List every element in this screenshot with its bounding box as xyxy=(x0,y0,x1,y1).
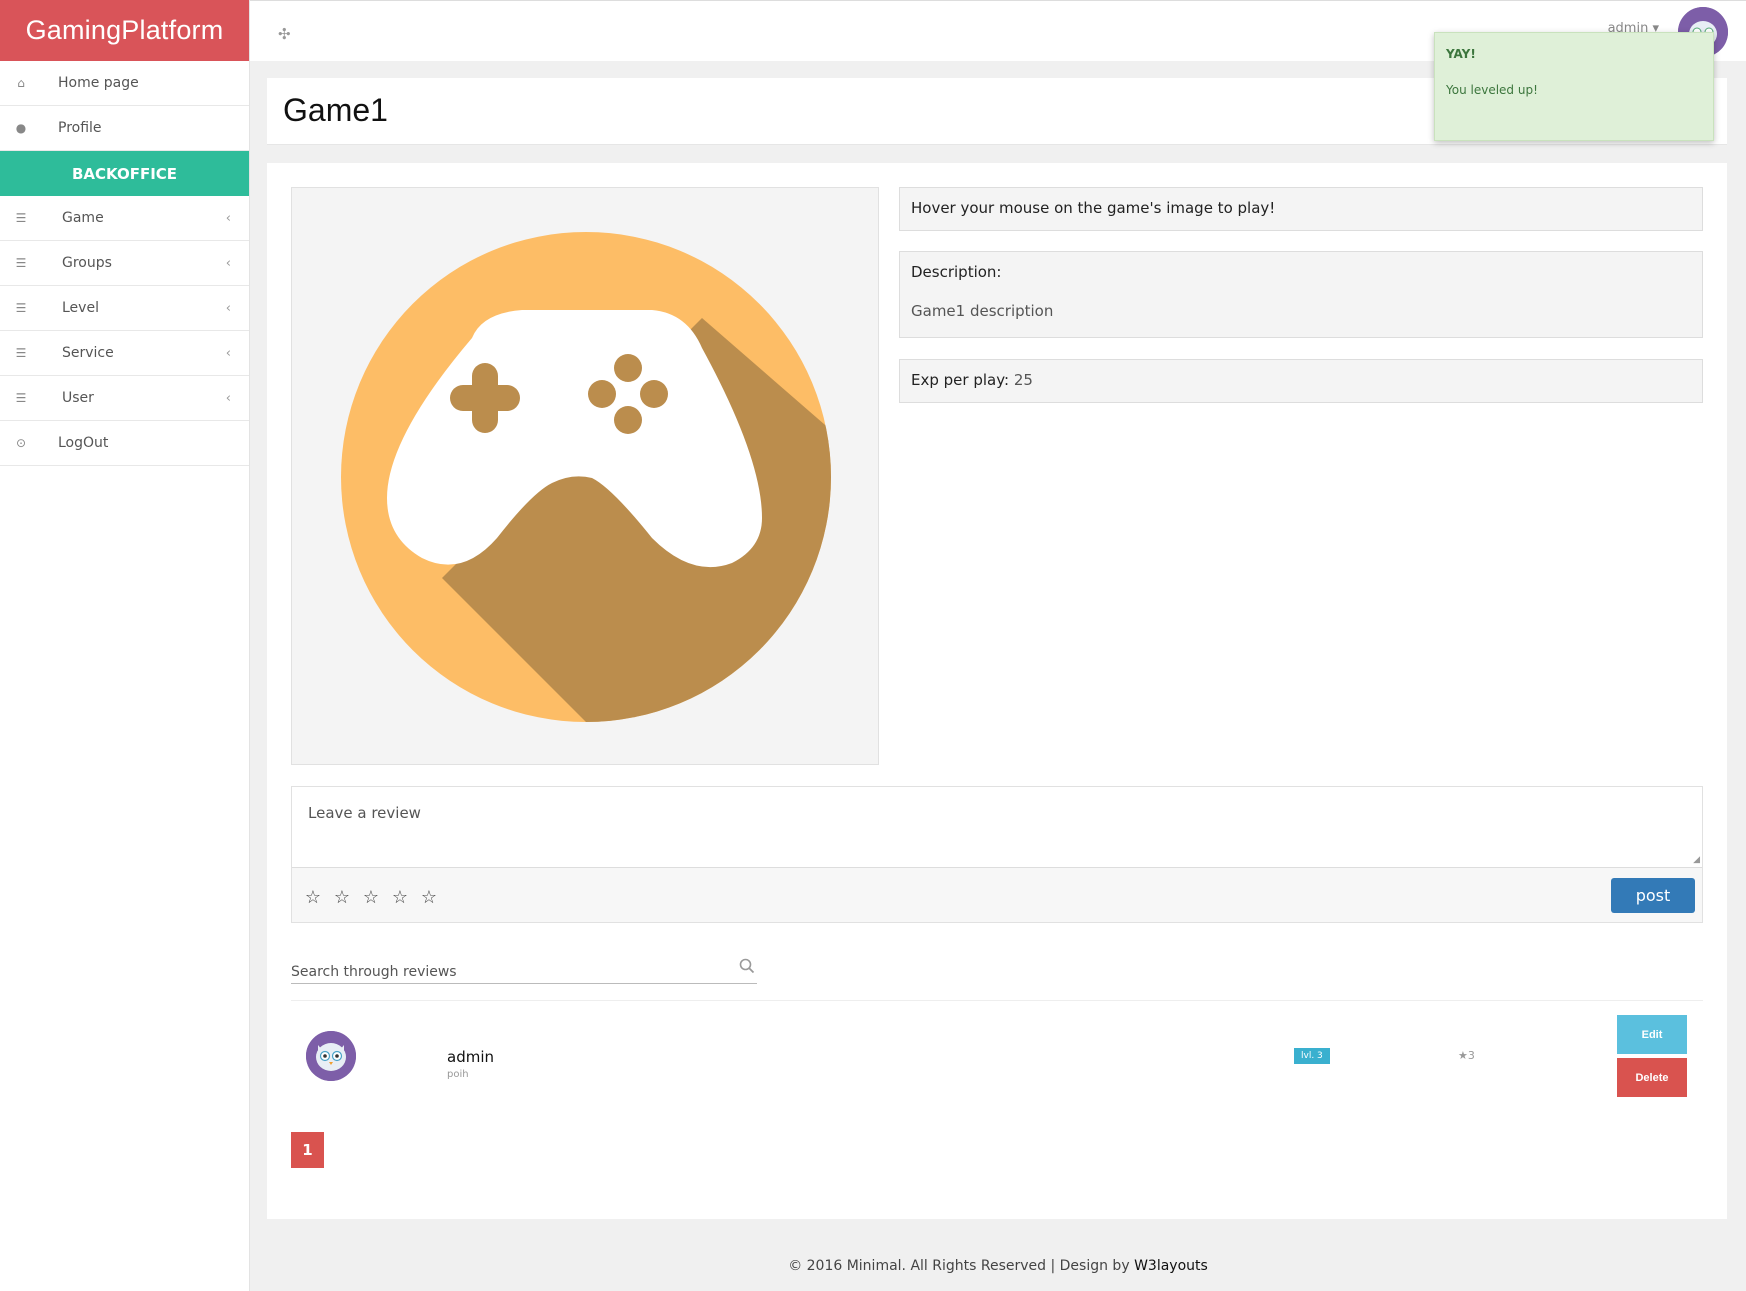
sidebar-item-home[interactable]: ⌂ Home page xyxy=(0,61,249,106)
sidebar-item-label: Level xyxy=(62,300,99,316)
sidebar-item-label: Groups xyxy=(62,255,112,271)
star-rating: ☆ ☆ ☆ ☆ ☆ xyxy=(304,887,438,908)
sidebar-item-level[interactable]: ☰ Level ‹ xyxy=(0,286,249,331)
resize-grip-icon[interactable]: ◢ xyxy=(1693,855,1700,865)
star-2-icon[interactable]: ☆ xyxy=(333,887,351,908)
description-box: Description: Game1 description xyxy=(899,251,1703,338)
main-card: Hover your mouse on the game's image to … xyxy=(267,163,1727,1219)
sidebar: GamingPlatform ⌂ Home page ● Profile BAC… xyxy=(0,0,250,1291)
description-text: Game1 description xyxy=(911,302,1054,320)
sidebar-item-label: Game xyxy=(62,210,104,226)
edit-review-button[interactable]: Edit xyxy=(1617,1015,1687,1054)
delete-review-button[interactable]: Delete xyxy=(1617,1058,1687,1097)
sidebar-item-label: User xyxy=(62,390,94,406)
sidebar-item-label: LogOut xyxy=(58,435,109,451)
sidebar-item-user[interactable]: ☰ User ‹ xyxy=(0,376,249,421)
sidebar-item-label: Home page xyxy=(58,75,139,91)
star-1-icon[interactable]: ☆ xyxy=(304,887,322,908)
review-placeholder: Leave a review xyxy=(308,804,421,822)
search-placeholder: Search through reviews xyxy=(291,964,457,980)
page-title: Game1 xyxy=(283,92,388,128)
sidebar-item-logout[interactable]: ⊙ LogOut xyxy=(0,421,249,466)
chevron-left-icon: ‹ xyxy=(225,345,231,361)
logout-icon: ⊙ xyxy=(15,436,27,450)
sliders-icon: ☰ xyxy=(15,346,27,360)
sliders-icon: ☰ xyxy=(15,391,27,405)
footer-text: © 2016 Minimal. All Rights Reserved | De… xyxy=(788,1258,1135,1274)
sidebar-item-service[interactable]: ☰ Service ‹ xyxy=(0,331,249,376)
review-form: Leave a review ◢ ☆ ☆ ☆ ☆ ☆ post xyxy=(291,786,1703,923)
star-3-icon[interactable]: ☆ xyxy=(362,887,380,908)
play-hint: Hover your mouse on the game's image to … xyxy=(899,187,1703,231)
level-up-notification[interactable]: YAY! You leveled up! xyxy=(1434,32,1714,141)
review-item: admin poih lvl. 3 ★3 Edit Delete xyxy=(291,1013,1703,1113)
expand-icon[interactable]: ✣ xyxy=(278,25,291,43)
footer: © 2016 Minimal. All Rights Reserved | De… xyxy=(250,1258,1746,1274)
sidebar-item-profile[interactable]: ● Profile xyxy=(0,106,249,151)
review-textarea[interactable]: Leave a review ◢ xyxy=(292,787,1702,868)
chevron-left-icon: ‹ xyxy=(225,300,231,316)
sidebar-item-label: Service xyxy=(62,345,114,361)
footer-link[interactable]: W3layouts xyxy=(1134,1258,1208,1274)
post-button[interactable]: post xyxy=(1611,878,1695,913)
divider xyxy=(291,1000,1703,1001)
user-icon: ● xyxy=(15,121,27,135)
pagination-page-1[interactable]: 1 xyxy=(291,1132,324,1168)
sidebar-item-groups[interactable]: ☰ Groups ‹ xyxy=(0,241,249,286)
star-4-icon[interactable]: ☆ xyxy=(391,887,409,908)
level-badge: lvl. 3 xyxy=(1294,1048,1330,1064)
exp-label: Exp per play: xyxy=(911,371,1010,389)
gamepad-icon xyxy=(341,232,831,722)
sliders-icon: ☰ xyxy=(15,211,27,225)
backoffice-section-title: BACKOFFICE xyxy=(0,151,249,196)
chevron-left-icon: ‹ xyxy=(225,210,231,226)
review-rating: ★3 xyxy=(1458,1049,1475,1062)
description-label: Description: xyxy=(911,263,1002,281)
brand-logo[interactable]: GamingPlatform xyxy=(0,0,249,61)
game-image[interactable] xyxy=(291,187,879,765)
exp-value: 25 xyxy=(1013,371,1033,389)
exp-box: Exp per play: 25 xyxy=(899,359,1703,403)
star-5-icon[interactable]: ☆ xyxy=(420,887,438,908)
chevron-left-icon: ‹ xyxy=(225,255,231,271)
home-icon: ⌂ xyxy=(17,76,25,90)
sliders-icon: ☰ xyxy=(15,301,27,315)
search-icon[interactable] xyxy=(739,958,755,976)
sidebar-item-game[interactable]: ☰ Game ‹ xyxy=(0,196,249,241)
search-input[interactable]: Search through reviews xyxy=(291,956,757,984)
review-text: poih xyxy=(447,1069,469,1080)
notification-title: YAY! xyxy=(1446,47,1476,61)
sliders-icon: ☰ xyxy=(15,256,27,270)
notification-message: You leveled up! xyxy=(1446,83,1538,97)
chevron-left-icon: ‹ xyxy=(225,390,231,406)
sidebar-item-label: Profile xyxy=(58,120,102,136)
avatar xyxy=(306,1031,356,1081)
review-author: admin xyxy=(447,1048,494,1066)
